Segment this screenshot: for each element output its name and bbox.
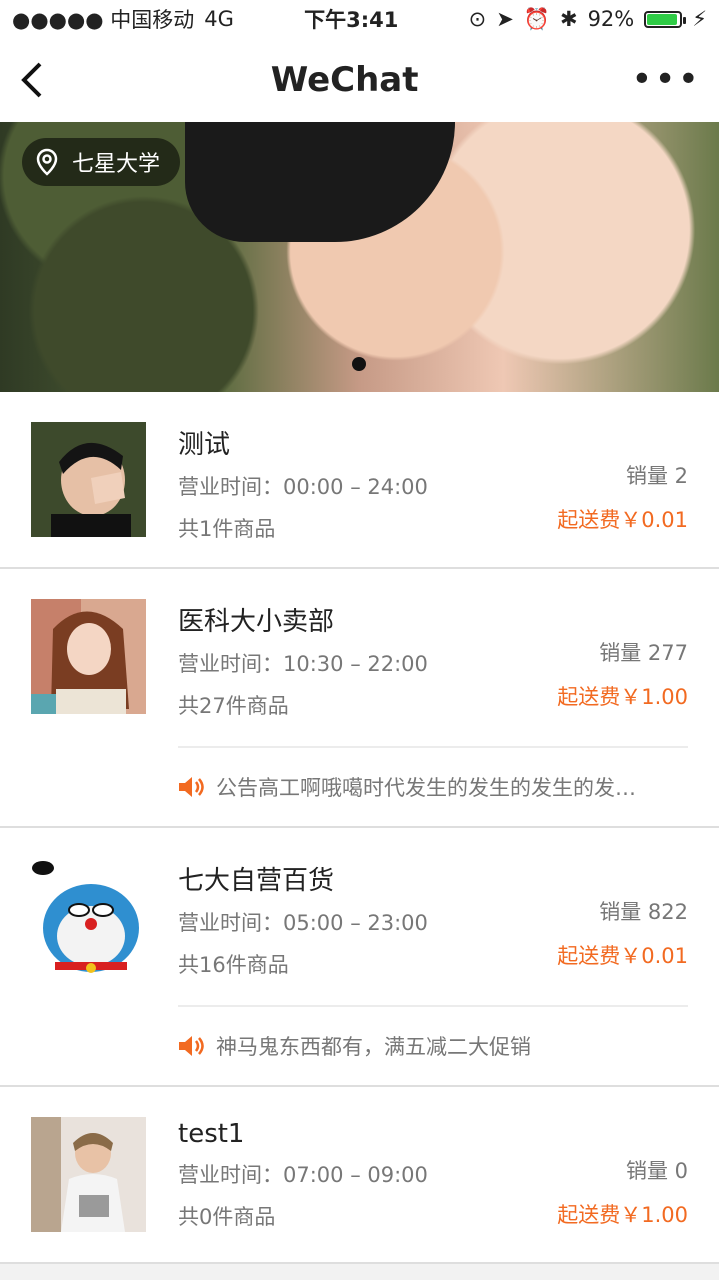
store-item[interactable]: 医科大小卖部 营业时间：10:30 – 22:00 共27件商品 销量 277 … [0,569,719,828]
store-hours: 营业时间：07:00 – 09:00 [178,1163,428,1187]
store-item[interactable]: 测试 营业时间：00:00 – 24:00 共1件商品 销量 2 起送费￥0.0… [0,392,719,569]
store-list: 测试 营业时间：00:00 – 24:00 共1件商品 销量 2 起送费￥0.0… [0,392,719,1264]
banner-carousel[interactable]: 七星大学 [0,122,719,392]
store-sales: 销量 0 [625,1159,688,1183]
location-label: 七星大学 [72,152,161,177]
store-min-delivery-fee: 起送费￥0.01 [557,944,688,968]
nav-bar: WeChat ••• [0,38,719,122]
store-notice: 神马鬼东西都有，满五减二大促销 [178,1005,688,1085]
location-pin-icon [36,148,58,176]
store-sales: 销量 822 [599,900,688,924]
store-thumbnail [31,422,146,537]
status-bar: ●●●●● 中国移动 4G 下午3:41 ⊙ ➤ ⏰ ✱ 92% ⚡ [0,0,719,38]
battery-percent: 92% [587,7,635,31]
store-sales: 销量 277 [599,641,688,665]
charging-icon: ⚡ [692,7,707,31]
store-notice-text: 公告高工啊哦噶时代发生的发生的发生的发… [216,776,636,800]
clock: 下午3:41 [304,8,399,32]
store-thumbnail [31,858,146,973]
carrier-label: ●●●●● 中国移动 [12,8,195,32]
store-item[interactable]: test1 营业时间：07:00 – 09:00 共0件商品 销量 0 起送费￥… [0,1087,719,1264]
store-min-delivery-fee: 起送费￥0.01 [557,508,688,532]
store-notice-text: 神马鬼东西都有，满五减二大促销 [216,1035,531,1059]
carousel-indicator[interactable] [352,357,366,371]
store-name: 七大自营百货 [178,866,335,896]
store-min-delivery-fee: 起送费￥1.00 [557,1203,688,1227]
back-button[interactable] [18,60,58,100]
rotation-lock-icon: ⊙ [468,7,487,31]
store-item[interactable]: 七大自营百货 营业时间：05:00 – 23:00 共16件商品 销量 822 … [0,828,719,1087]
more-button[interactable]: ••• [631,62,701,98]
bluetooth-icon: ✱ [559,7,578,31]
alarm-icon: ⏰ [523,6,550,31]
location-arrow-icon: ➤ [496,7,514,31]
store-name: test1 [178,1119,245,1149]
store-hours: 营业时间：00:00 – 24:00 [178,475,428,499]
store-notice: 公告高工啊哦噶时代发生的发生的发生的发… [178,746,688,826]
store-name: 医科大小卖部 [178,607,335,637]
store-name: 测试 [178,430,231,460]
location-badge[interactable]: 七星大学 [22,138,181,186]
store-thumbnail [31,599,146,714]
speaker-icon [179,777,204,797]
store-min-delivery-fee: 起送费￥1.00 [557,685,688,709]
chevron-left-icon [21,62,42,98]
store-sales: 销量 2 [625,464,688,488]
page-title: WeChat [270,60,419,100]
network-label: 4G [204,7,234,31]
speaker-icon [179,1036,204,1056]
store-thumbnail [31,1117,146,1232]
banner-image [185,122,455,242]
battery-icon [644,10,687,28]
